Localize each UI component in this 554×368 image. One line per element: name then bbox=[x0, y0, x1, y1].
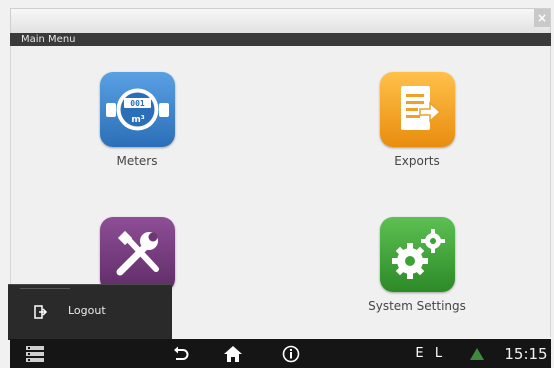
taskbar: E L 15:15 bbox=[10, 339, 551, 368]
meters-label: Meters bbox=[116, 154, 158, 168]
warning-indicator[interactable] bbox=[468, 339, 486, 368]
window-top-bar: × bbox=[10, 8, 551, 33]
status-l: L bbox=[434, 346, 444, 361]
system-settings-label: System Settings bbox=[368, 299, 466, 313]
title-bar: Main Menu bbox=[10, 33, 551, 46]
exports-label: Exports bbox=[394, 154, 440, 168]
gears-icon bbox=[380, 217, 455, 292]
water-meter-icon: 001 m³ bbox=[100, 72, 175, 147]
meter-unit: m³ bbox=[131, 115, 144, 125]
meters-tile[interactable]: 001 m³ Meters bbox=[37, 72, 237, 182]
document-export-icon bbox=[380, 72, 455, 147]
logout-popup: Logout bbox=[8, 284, 172, 340]
close-button[interactable]: × bbox=[534, 9, 550, 27]
back-button[interactable] bbox=[170, 339, 192, 368]
popup-divider bbox=[20, 288, 70, 289]
menu-button[interactable] bbox=[24, 339, 46, 368]
logout-label: Logout bbox=[68, 304, 106, 317]
exports-tile[interactable]: Exports bbox=[317, 72, 517, 182]
clock: 15:15 bbox=[504, 344, 548, 363]
home-button[interactable] bbox=[221, 339, 245, 368]
window-title: Main Menu bbox=[21, 34, 76, 45]
back-arrow-icon bbox=[174, 346, 189, 360]
system-settings-tile[interactable]: System Settings bbox=[317, 217, 517, 327]
meter-digits: 001 bbox=[130, 99, 145, 108]
server-menu-icon bbox=[26, 345, 44, 362]
warning-triangle-icon bbox=[470, 347, 484, 360]
logout-icon bbox=[34, 305, 48, 319]
info-button[interactable] bbox=[280, 339, 302, 368]
status-e: E bbox=[415, 346, 425, 361]
tools-icon bbox=[100, 217, 175, 292]
home-icon bbox=[224, 345, 242, 362]
info-icon bbox=[282, 345, 300, 362]
